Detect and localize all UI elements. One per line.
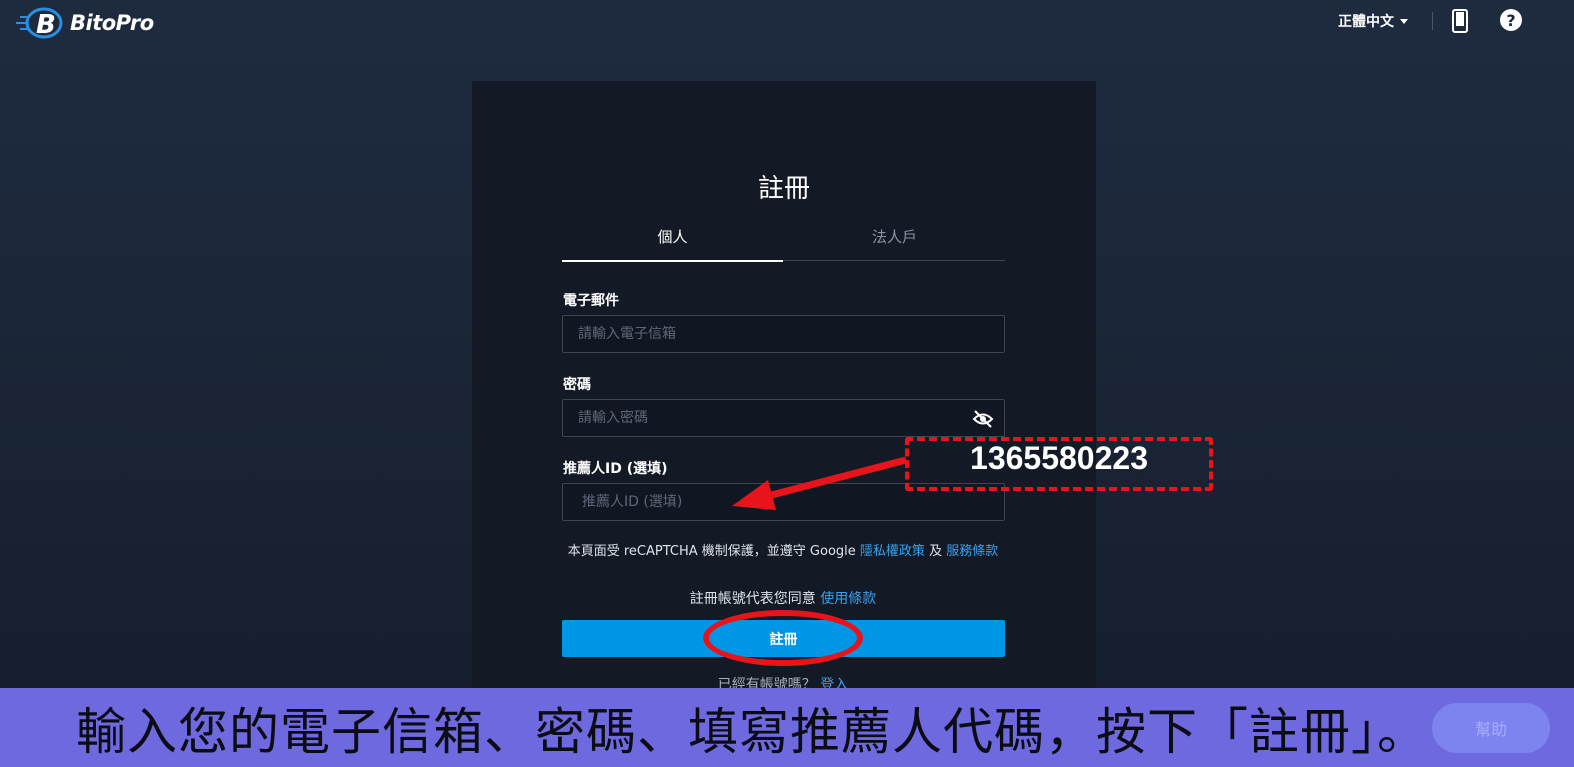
recaptcha-text: 本頁面受 reCAPTCHA 機制保護，並遵守 Google	[567, 544, 856, 559]
help-chat-button[interactable]: 幫助	[1432, 703, 1550, 753]
phone-icon[interactable]	[1452, 9, 1468, 33]
svg-text:B: B	[36, 10, 56, 40]
password-field-wrapper	[562, 399, 1005, 437]
help-icon[interactable]: ?	[1500, 9, 1522, 31]
password-label: 密碼	[563, 377, 591, 393]
brand-logo[interactable]: B BitoPro	[14, 6, 154, 40]
page-title: 註冊	[757, 174, 810, 204]
agreement-text: 註冊帳號代表您同意 使用條款	[0, 588, 1566, 608]
referral-code-annotation: 1365580223	[970, 440, 1148, 476]
annotation-arrow-icon	[732, 456, 907, 510]
agree-text: 註冊帳號代表您同意	[689, 591, 816, 607]
account-type-tabs: 個人 法人戶	[562, 224, 1005, 262]
language-label: 正體中文	[1338, 14, 1394, 30]
usage-terms-link[interactable]: 使用條款	[820, 591, 876, 607]
caption-text: 輸入您的電子信箱、密碼、填寫推薦人代碼，按下「註冊」。	[76, 703, 1428, 761]
bitopro-logo-icon: B	[16, 7, 63, 40]
email-label: 電子郵件	[563, 293, 619, 309]
privacy-policy-link[interactable]: 隱私權政策	[860, 544, 925, 559]
and-text: 及	[929, 544, 943, 559]
chevron-down-icon	[1400, 18, 1408, 24]
tab-corporate[interactable]: 法人戶	[784, 224, 1005, 261]
tab-personal[interactable]: 個人	[562, 224, 783, 262]
recaptcha-notice: 本頁面受 reCAPTCHA 機制保護，並遵守 Google 隱私權政策 及 服…	[0, 540, 1566, 559]
password-field[interactable]	[563, 400, 1004, 436]
email-field[interactable]	[563, 316, 1004, 352]
help-chat-label: 幫助	[1474, 720, 1507, 739]
register-button-highlight	[703, 610, 863, 666]
header-divider	[1432, 12, 1433, 30]
eye-slash-icon[interactable]	[972, 409, 994, 429]
top-bar: B BitoPro 正體中文 ?	[0, 0, 1574, 44]
referrer-label: 推薦人ID (選填)	[563, 461, 668, 477]
terms-of-service-link[interactable]: 服務條款	[946, 544, 998, 559]
email-field-wrapper	[562, 315, 1005, 353]
language-selector[interactable]: 正體中文	[1338, 11, 1408, 31]
brand-name: BitoPro	[70, 11, 154, 35]
